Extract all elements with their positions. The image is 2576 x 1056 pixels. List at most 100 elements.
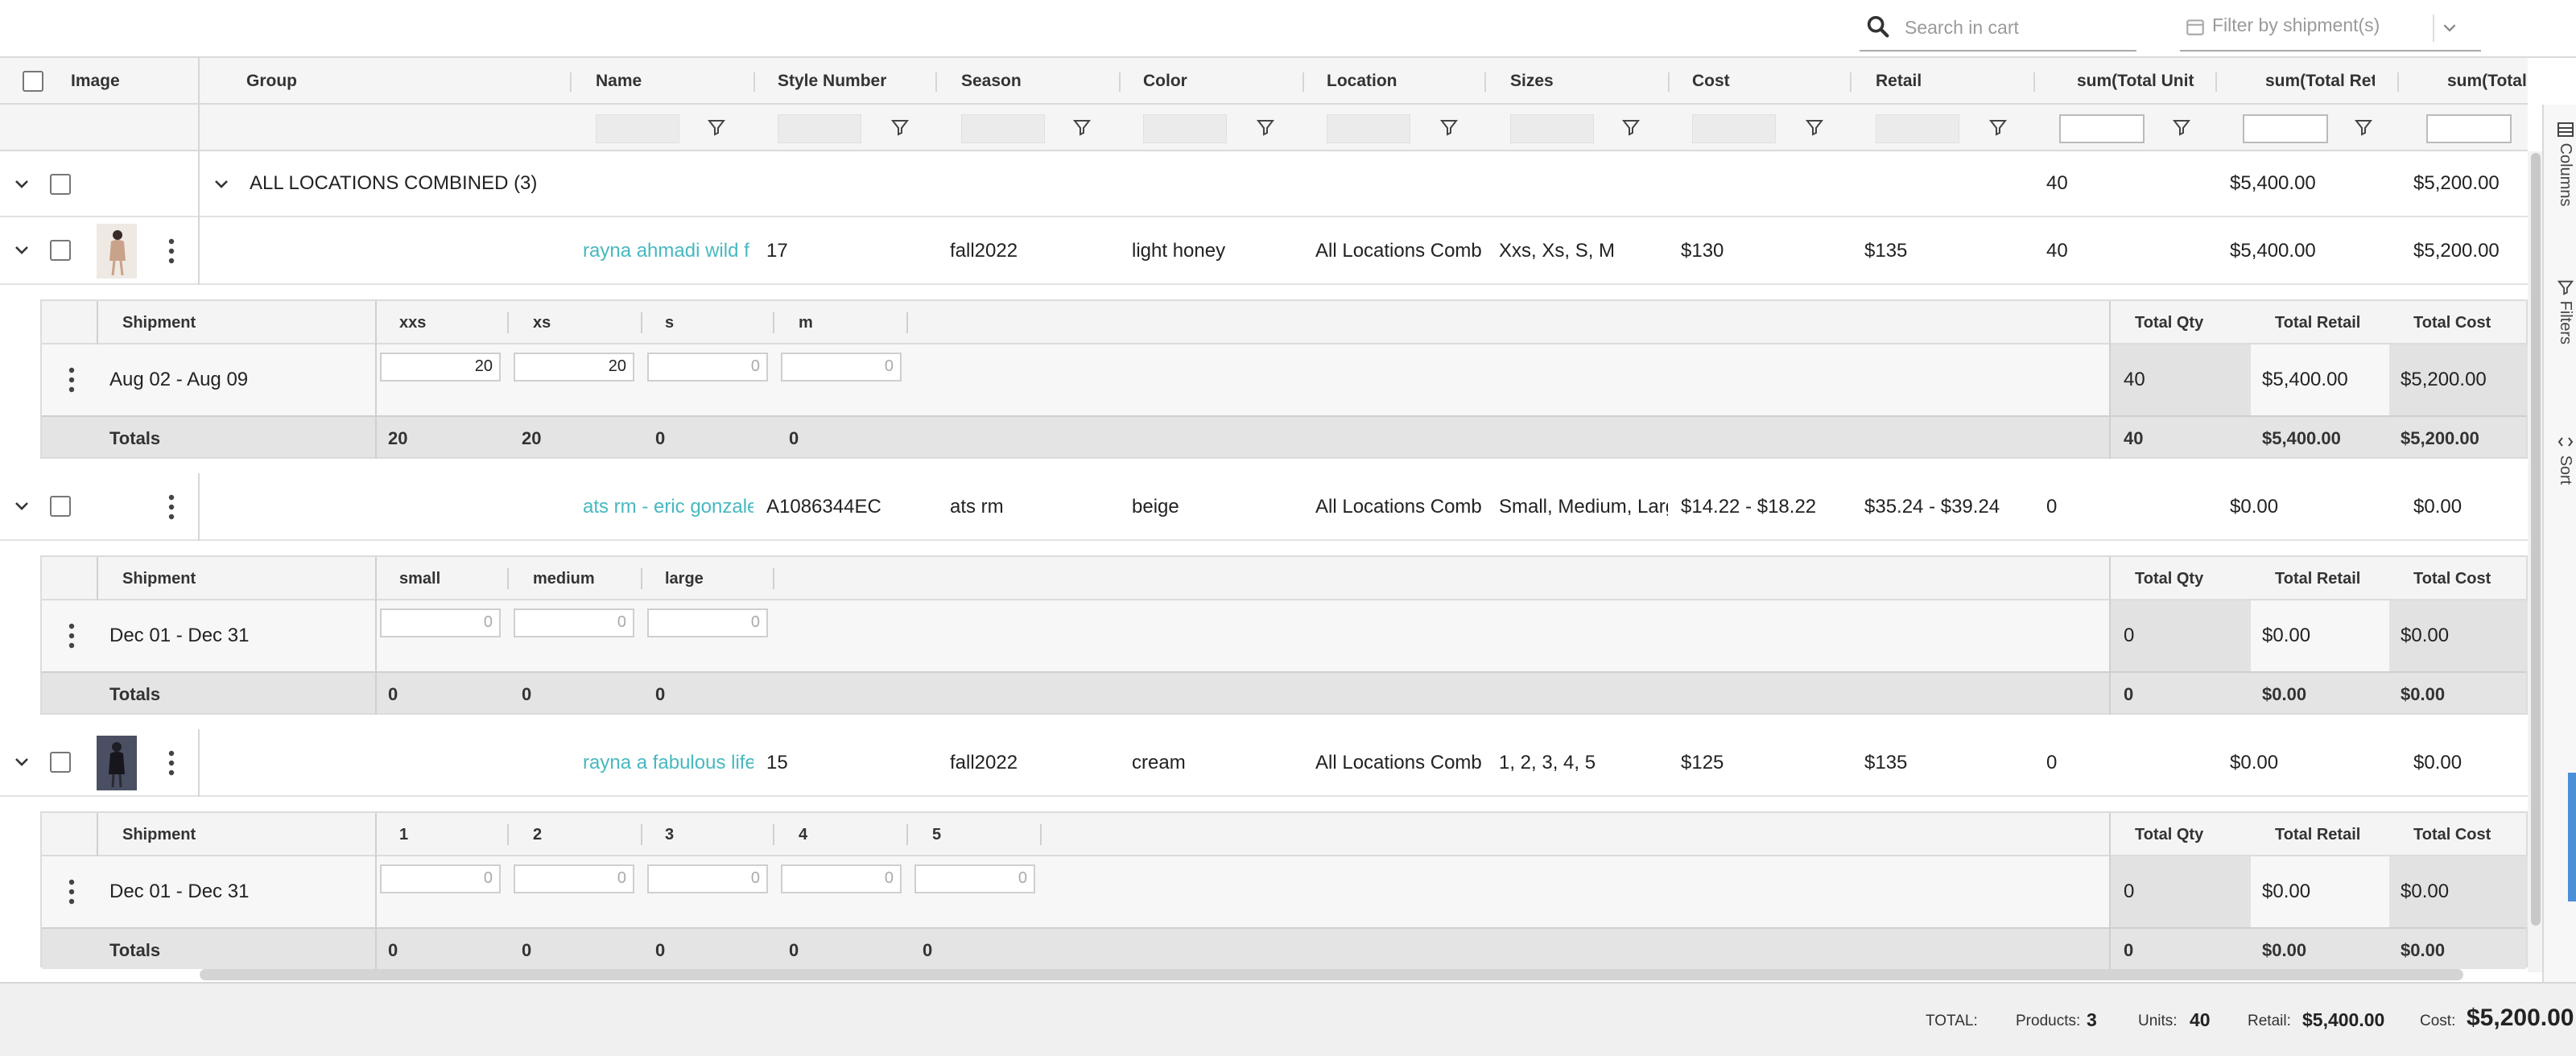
horizontal-scrollbar[interactable] [200, 969, 2463, 980]
search-box [1860, 5, 2136, 52]
cost-filter-input[interactable] [1692, 114, 1776, 143]
funnel-icon[interactable] [1072, 118, 1092, 137]
shipment-detail-table: Shipment xxs xs s m Total Qty Total Reta… [40, 299, 2529, 459]
shipment-column-header: Shipment [122, 570, 196, 588]
totals-label: Totals [109, 428, 161, 448]
select-all-checkbox[interactable] [23, 71, 43, 92]
size-qty-input[interactable]: 0 [380, 608, 501, 637]
column-header-season[interactable]: Season [961, 58, 1022, 105]
sizes-filter-input[interactable] [1510, 114, 1594, 143]
product-total-retail: $5,400.00 [2230, 240, 2316, 262]
product-thumbnail[interactable] [97, 224, 137, 278]
column-header-sizes[interactable]: Sizes [1510, 58, 1554, 105]
size-qty-input[interactable]: 20 [380, 353, 501, 382]
funnel-icon[interactable] [1439, 118, 1459, 137]
product-row[interactable]: rayna a fabulous life 15 fall2022 cream … [0, 729, 2528, 797]
size-total: 0 [655, 940, 666, 960]
product-name-link[interactable]: rayna a fabulous life [583, 752, 753, 774]
size-qty-input[interactable]: 0 [914, 864, 1035, 893]
product-row[interactable]: ats rm - eric gonzale A1086344EC ats rm … [0, 473, 2528, 541]
row-menu-icon[interactable] [68, 620, 76, 652]
product-total-units: 40 [2046, 240, 2068, 262]
row-menu-icon[interactable] [167, 235, 175, 267]
size-qty-input[interactable]: 0 [514, 864, 634, 893]
row-total-cost: $0.00 [2401, 625, 2450, 646]
total-cost-filter-input[interactable] [2426, 114, 2512, 143]
product-total-retail: $0.00 [2230, 496, 2279, 518]
product-row-checkbox[interactable] [50, 240, 71, 261]
side-tab-sort[interactable]: Sort [2547, 433, 2574, 485]
chevron-down-icon[interactable] [209, 172, 233, 196]
side-tab-columns[interactable]: Columns [2547, 121, 2574, 206]
funnel-icon[interactable] [1805, 118, 1824, 137]
column-header-cost[interactable]: Cost [1692, 58, 1730, 105]
search-icon[interactable] [1864, 13, 1892, 40]
retail-filter-input[interactable] [1876, 114, 1959, 143]
vertical-scrollbar[interactable] [2531, 153, 2541, 926]
name-filter-input[interactable] [596, 114, 679, 143]
funnel-icon[interactable] [1988, 118, 2008, 137]
product-total-cost: $0.00 [2413, 496, 2462, 518]
product-name-link[interactable]: rayna ahmadi wild f [583, 240, 753, 262]
color-filter-input[interactable] [1143, 114, 1227, 143]
shipment-column-header: Shipment [122, 314, 196, 332]
size-column-header: m [799, 314, 813, 332]
size-qty-input[interactable]: 0 [647, 864, 768, 893]
chevron-down-icon[interactable] [2433, 14, 2465, 42]
funnel-icon[interactable] [2172, 118, 2191, 137]
size-qty-input[interactable]: 20 [514, 353, 634, 382]
row-menu-icon[interactable] [167, 747, 175, 779]
group-row-checkbox[interactable] [50, 174, 71, 195]
chevron-down-icon[interactable] [10, 494, 34, 518]
total-qty-header: Total Qty [2135, 314, 2204, 332]
total-units-filter-input[interactable] [2059, 114, 2145, 143]
side-tab-filters[interactable]: Filters [2547, 278, 2574, 344]
product-thumbnail[interactable] [97, 736, 137, 790]
funnel-icon[interactable] [707, 118, 726, 137]
product-row-checkbox[interactable] [50, 752, 71, 773]
shipment-filter-select[interactable]: Filter by shipment(s) [2180, 5, 2481, 52]
funnel-icon[interactable] [1256, 118, 1275, 137]
size-qty-input[interactable]: 0 [781, 353, 902, 382]
chevron-down-icon[interactable] [10, 750, 34, 774]
column-header-sum-total-retail[interactable]: sum(Total Reta [2265, 58, 2375, 105]
size-qty-input[interactable]: 0 [647, 608, 768, 637]
column-header-group[interactable]: Group [246, 58, 297, 105]
size-qty-input[interactable]: 0 [647, 353, 768, 382]
column-header-color[interactable]: Color [1143, 58, 1187, 105]
style-number-filter-input[interactable] [778, 114, 861, 143]
column-header-sum-total-cost[interactable]: sum(Total Co [2447, 58, 2528, 105]
footer-units-label: Units: [2138, 1013, 2178, 1029]
search-input[interactable] [1905, 11, 2130, 43]
location-filter-input[interactable] [1327, 114, 1410, 143]
column-header-location[interactable]: Location [1327, 58, 1397, 105]
season-filter-input[interactable] [961, 114, 1045, 143]
row-menu-icon[interactable] [68, 364, 76, 396]
column-header-name[interactable]: Name [596, 58, 642, 105]
total-retail-filter-input[interactable] [2243, 114, 2328, 143]
column-header-sum-total-units[interactable]: sum(Total Unit [2077, 58, 2194, 105]
funnel-icon[interactable] [2354, 118, 2373, 137]
size-column-header: 4 [799, 826, 808, 844]
column-header-style-number[interactable]: Style Number [778, 58, 886, 105]
product-retail: $135 [1864, 752, 1908, 773]
product-style-number: A1086344EC [766, 496, 881, 518]
chevron-down-icon[interactable] [10, 238, 34, 262]
funnel-icon[interactable] [890, 118, 910, 137]
sum-total-qty: 40 [2124, 428, 2144, 448]
product-row[interactable]: rayna ahmadi wild f 17 fall2022 light ho… [0, 217, 2528, 285]
row-menu-icon[interactable] [68, 876, 76, 908]
sum-total-cost: $0.00 [2401, 940, 2446, 960]
column-header-retail[interactable]: Retail [1876, 58, 1922, 105]
column-header-image[interactable]: Image [71, 58, 120, 105]
product-name-link[interactable]: ats rm - eric gonzale [583, 496, 753, 518]
product-row-checkbox[interactable] [50, 496, 71, 517]
size-qty-input[interactable]: 0 [380, 864, 501, 893]
funnel-icon[interactable] [1621, 118, 1641, 137]
size-qty-input[interactable]: 0 [781, 864, 902, 893]
size-qty-input[interactable]: 0 [514, 608, 634, 637]
group-row[interactable]: ALL LOCATIONS COMBINED (3) 40 $5,400.00 … [0, 151, 2528, 217]
product-color: cream [1132, 752, 1186, 773]
row-menu-icon[interactable] [167, 491, 175, 523]
chevron-down-icon[interactable] [10, 172, 34, 196]
